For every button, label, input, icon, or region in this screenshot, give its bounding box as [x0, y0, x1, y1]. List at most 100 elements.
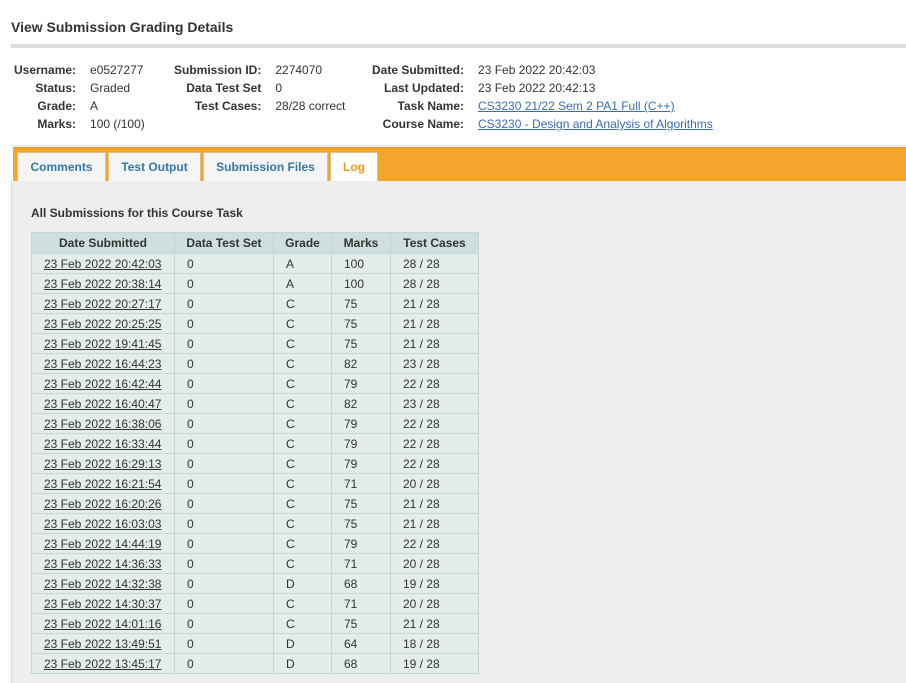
marks-cell: 75 — [331, 293, 391, 314]
submission-date-link[interactable]: 23 Feb 2022 16:38:06 — [44, 417, 161, 431]
page-title: View Submission Grading Details — [11, 19, 234, 35]
grade-cell: C — [273, 413, 332, 434]
date-submitted-cell: 23 Feb 2022 16:42:44 — [31, 373, 175, 394]
tab-comments[interactable]: Comments — [17, 152, 106, 181]
table-row: 23 Feb 2022 14:30:37 0 C 71 20 / 28 — [31, 593, 479, 614]
table-row: 23 Feb 2022 16:29:13 0 C 79 22 / 28 — [31, 453, 479, 474]
submission-date-link[interactable]: 23 Feb 2022 16:29:13 — [44, 457, 161, 471]
date-submitted-cell: 23 Feb 2022 20:42:03 — [31, 253, 175, 274]
last-updated-value: 23 Feb 2022 20:42:13 — [478, 81, 596, 95]
info-column-task: Date Submitted: 23 Feb 2022 20:42:03 Last… — [372, 61, 713, 133]
submission-date-link[interactable]: 23 Feb 2022 14:36:33 — [44, 557, 161, 571]
date-submitted-cell: 23 Feb 2022 14:36:33 — [31, 553, 175, 574]
test-cases-cell: 28 / 28 — [390, 273, 479, 294]
marks-cell: 68 — [331, 573, 391, 594]
data-test-set-cell: 0 — [174, 513, 274, 534]
test-cases-cell: 19 / 28 — [390, 573, 479, 594]
date-submitted-cell: 23 Feb 2022 16:20:26 — [31, 493, 175, 514]
tab-bar: Comments Test Output Submission Files Lo… — [13, 147, 906, 182]
submission-date-link[interactable]: 23 Feb 2022 20:25:25 — [44, 317, 161, 331]
submission-date-link[interactable]: 23 Feb 2022 16:03:03 — [44, 517, 161, 531]
title-divider — [11, 44, 906, 48]
data-test-set-cell: 0 — [174, 473, 274, 494]
username-value: e0527277 — [90, 63, 144, 77]
submission-date-link[interactable]: 23 Feb 2022 19:41:45 — [44, 337, 161, 351]
col-header-marks: Marks — [331, 232, 391, 254]
table-row: 23 Feb 2022 16:40:47 0 C 82 23 / 28 — [31, 393, 479, 414]
table-row: 23 Feb 2022 20:42:03 0 A 100 28 / 28 — [31, 253, 479, 274]
grade-cell: C — [273, 533, 332, 554]
table-row: 23 Feb 2022 14:44:19 0 C 79 22 / 28 — [31, 533, 479, 554]
grade-label: Grade: — [37, 99, 77, 113]
data-test-set-cell: 0 — [174, 573, 274, 594]
test-cases-cell: 20 / 28 — [390, 473, 479, 494]
submission-date-link[interactable]: 23 Feb 2022 14:44:19 — [44, 537, 161, 551]
marks-label: Marks: — [37, 117, 77, 131]
col-header-date: Date Submitted — [31, 232, 175, 254]
date-submitted-cell: 23 Feb 2022 16:44:23 — [31, 353, 175, 374]
table-row: 23 Feb 2022 20:27:17 0 C 75 21 / 28 — [31, 293, 479, 314]
username-label: Username: — [14, 63, 77, 77]
data-test-set-cell: 0 — [174, 613, 274, 634]
submission-date-link[interactable]: 23 Feb 2022 14:32:38 — [44, 577, 161, 591]
submission-date-link[interactable]: 23 Feb 2022 14:01:16 — [44, 617, 161, 631]
marks-cell: 75 — [331, 513, 391, 534]
grade-cell: D — [273, 633, 332, 654]
submission-date-link[interactable]: 23 Feb 2022 16:40:47 — [44, 397, 161, 411]
last-updated-label: Last Updated: — [384, 81, 465, 95]
grade-cell: D — [273, 653, 332, 674]
submission-date-link[interactable]: 23 Feb 2022 16:20:26 — [44, 497, 161, 511]
submission-date-link[interactable]: 23 Feb 2022 16:44:23 — [44, 357, 161, 371]
table-header-row: Date Submitted Data Test Set Grade Marks… — [31, 232, 479, 254]
marks-cell: 75 — [331, 613, 391, 634]
date-submitted-cell: 23 Feb 2022 16:38:06 — [31, 413, 175, 434]
data-test-set-cell: 0 — [174, 253, 274, 274]
submission-date-link[interactable]: 23 Feb 2022 13:45:17 — [44, 657, 161, 671]
grade-cell: C — [273, 553, 332, 574]
test-cases-label: Test Cases: — [194, 99, 262, 113]
data-test-set-cell: 0 — [174, 653, 274, 674]
submission-date-link[interactable]: 23 Feb 2022 20:42:03 — [44, 257, 161, 271]
table-row: 23 Feb 2022 14:01:16 0 C 75 21 / 28 — [31, 613, 479, 634]
tab-log[interactable]: Log — [330, 152, 378, 182]
status-label: Status: — [35, 81, 77, 95]
submission-date-link[interactable]: 23 Feb 2022 16:42:44 — [44, 377, 161, 391]
date-submitted-label: Date Submitted: — [372, 63, 465, 77]
submission-date-link[interactable]: 23 Feb 2022 16:33:44 — [44, 437, 161, 451]
course-name-link[interactable]: CS3230 - Design and Analysis of Algorith… — [478, 117, 713, 131]
date-submitted-cell: 23 Feb 2022 13:49:51 — [31, 633, 175, 654]
date-submitted-cell: 23 Feb 2022 14:32:38 — [31, 573, 175, 594]
test-cases-cell: 22 / 28 — [390, 533, 479, 554]
tab-submission-files[interactable]: Submission Files — [203, 152, 328, 181]
grade-cell: D — [273, 573, 332, 594]
marks-cell: 75 — [331, 493, 391, 514]
marks-cell: 100 — [331, 253, 391, 274]
submission-date-link[interactable]: 23 Feb 2022 20:27:17 — [44, 297, 161, 311]
test-cases-cell: 28 / 28 — [390, 253, 479, 274]
test-cases-cell: 19 / 28 — [390, 653, 479, 674]
date-submitted-cell: 23 Feb 2022 14:01:16 — [31, 613, 175, 634]
marks-cell: 71 — [331, 593, 391, 614]
data-test-set-cell: 0 — [174, 293, 274, 314]
course-name-label: Course Name: — [382, 117, 465, 131]
grade-cell: C — [273, 433, 332, 454]
test-cases-cell: 21 / 28 — [390, 613, 479, 634]
date-submitted-cell: 23 Feb 2022 16:03:03 — [31, 513, 175, 534]
marks-cell: 100 — [331, 273, 391, 294]
submission-date-link[interactable]: 23 Feb 2022 20:38:14 — [44, 277, 161, 291]
data-test-set-cell: 0 — [174, 393, 274, 414]
submission-date-link[interactable]: 23 Feb 2022 16:21:54 — [44, 477, 161, 491]
date-submitted-cell: 23 Feb 2022 19:41:45 — [31, 333, 175, 354]
test-cases-cell: 22 / 28 — [390, 453, 479, 474]
table-row: 23 Feb 2022 16:03:03 0 C 75 21 / 28 — [31, 513, 479, 534]
tab-test-output[interactable]: Test Output — [108, 152, 201, 181]
task-name-link[interactable]: CS3230 21/22 Sem 2 PA1 Full (C++) — [478, 99, 675, 113]
test-cases-cell: 22 / 28 — [390, 413, 479, 434]
marks-cell: 82 — [331, 353, 391, 374]
grade-cell: C — [273, 353, 332, 374]
date-submitted-cell: 23 Feb 2022 20:38:14 — [31, 273, 175, 294]
table-row: 23 Feb 2022 16:21:54 0 C 71 20 / 28 — [31, 473, 479, 494]
grade-cell: C — [273, 333, 332, 354]
submission-date-link[interactable]: 23 Feb 2022 13:49:51 — [44, 637, 161, 651]
submission-date-link[interactable]: 23 Feb 2022 14:30:37 — [44, 597, 161, 611]
